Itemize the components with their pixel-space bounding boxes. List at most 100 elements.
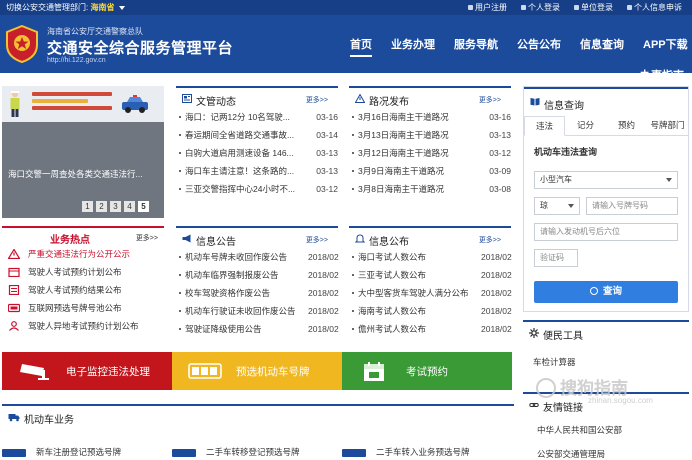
list-item[interactable]: 海南考试人数公布 2018/02 [349, 302, 512, 320]
hot-topics-more-link[interactable]: 更多>> [136, 233, 158, 243]
inspection-calculator-link[interactable]: 车检计算器 [533, 356, 576, 368]
query-button[interactable]: 查询 [534, 281, 678, 303]
road-conditions-panel: 路况发布 更多>> 3月16日海南主干道路况 03-16 3月13日海南主干道路况… [349, 86, 511, 198]
driver-icon [9, 321, 19, 331]
carousel-dot-2[interactable]: 2 [96, 201, 107, 212]
engine-number-input[interactable]: 请输入发动机号后六位 [534, 223, 678, 241]
road-conditions-more-link[interactable]: 更多>> [479, 95, 501, 105]
nav-announcements[interactable]: 公告公布 [517, 36, 561, 52]
list-item[interactable]: 白驹大道启用测速设备 146... 03-13 [176, 144, 338, 162]
road-conditions-list: 3月16日海南主干道路况 03-16 3月13日海南主干道路况 03-13 3月12… [349, 108, 511, 198]
service-tools-header: 便民工具 [523, 320, 689, 342]
nav-info-query[interactable]: 信息查询 [580, 36, 624, 52]
preselect-plate-button[interactable]: 预选机动车号牌 [172, 352, 342, 390]
vehicle-business-header: 机动车业务 [2, 404, 514, 426]
list-item[interactable]: 海口：记两12分 10名驾驶... 03-16 [176, 108, 338, 126]
list-item[interactable]: 3月8日海南主干道路况 03-08 [349, 180, 511, 198]
carousel-dot-5[interactable]: 5 [138, 201, 149, 212]
list-item[interactable]: 机动车行驶证未收回作废公告 2018/02 [176, 302, 339, 320]
site-header: 海南省公安厅交通警察总队 交通安全综合服务管理平台 http://hi.122.… [0, 15, 692, 82]
hot-topic-item[interactable]: 驾驶人考试预约结果公布 [2, 281, 164, 299]
register-link[interactable]: 用户注册 [468, 2, 507, 13]
notice-more-link[interactable]: 更多>> [306, 235, 328, 245]
police-car-icon [122, 95, 148, 113]
main-nav: 首页 业务办理 服务导航 公告公布 信息查询 APP下载 [350, 36, 692, 57]
hot-topic-item[interactable]: 驾驶人异地考试预约计划公布 [2, 317, 164, 335]
department-label: 切换公安交通管理部门: [6, 3, 89, 12]
license-plate-icon [8, 303, 20, 313]
list-item[interactable]: 三亚交警指挥中心24小时不... 03-12 [176, 180, 338, 198]
truck-icon [8, 414, 20, 422]
chevron-down-icon[interactable] [118, 5, 125, 10]
list-item[interactable]: 驾驶证降级使用公告 2018/02 [176, 320, 339, 338]
notice-title: 信息公告 [196, 237, 236, 248]
nav-service-guide[interactable]: 服务导航 [454, 36, 498, 52]
news-more-link[interactable]: 更多>> [306, 95, 328, 105]
department-switcher[interactable]: 切换公安交通管理部门: 海南省 [6, 2, 125, 13]
department-value[interactable]: 海南省 [90, 3, 114, 12]
vehicle-business-panel: 机动车业务 新车注册登记预选号牌 二手车转移登记预选号牌 二手车转入业务预选号牌 [2, 404, 514, 457]
list-item[interactable]: 3月16日海南主干道路况 03-16 [349, 108, 511, 126]
publish-more-link[interactable]: 更多>> [479, 235, 501, 245]
tab-violation[interactable]: 违法 [524, 116, 565, 136]
news-panel: 文管动态 更多>> 海口：记两12分 10名驾驶... 03-16 春运期间全省道… [176, 86, 338, 198]
tab-plate-department[interactable]: 号牌部门 [647, 116, 688, 135]
gear-icon [529, 328, 539, 338]
carousel-dot-3[interactable]: 3 [110, 201, 121, 212]
mps-link[interactable]: 中华人民共和国公安部 [537, 424, 622, 436]
user-add-icon [468, 5, 473, 11]
service-tools-panel: 便民工具 车检计算器 [523, 320, 689, 367]
province-select[interactable]: 琼 [534, 197, 580, 215]
list-item[interactable]: 3月13日海南主干道路况 03-13 [349, 126, 511, 144]
nav-app-download[interactable]: APP下载 [643, 36, 688, 52]
tab-points[interactable]: 记分 [565, 116, 606, 135]
list-item[interactable]: 海口考试人数公布 2018/02 [349, 248, 512, 266]
building-icon [574, 5, 579, 11]
plate-icon [172, 448, 196, 457]
list-item[interactable]: 校车驾驶资格作废公告 2018/02 [176, 284, 339, 302]
captcha-input[interactable]: 验证码 [534, 249, 578, 267]
list-item[interactable]: 3月9日海南主干道路况 03-09 [349, 162, 511, 180]
publish-header: 信息公布 更多>> [349, 226, 511, 248]
road-conditions-header: 路况发布 更多>> [349, 86, 511, 108]
plate-number-input[interactable]: 请输入号牌号码 [586, 197, 678, 215]
carousel-dot-4[interactable]: 4 [124, 201, 135, 212]
banner-caption[interactable]: 海口交警一周查处各类交通违法行... [8, 168, 158, 180]
personal-login-link[interactable]: 个人登录 [521, 2, 560, 13]
traffic-bureau-link[interactable]: 公安部交通管理局 [537, 448, 605, 460]
megaphone-icon [182, 234, 191, 243]
query-tabs: 违法 记分 预约 号牌部门 [524, 116, 688, 136]
exam-appointment-button[interactable]: 考试预约 [342, 352, 512, 390]
list-item[interactable]: 海口车主请注意！这条路的... 03-13 [176, 162, 338, 180]
vehicle-type-select[interactable]: 小型汽车 [534, 171, 678, 189]
police-emblem-icon[interactable] [4, 25, 40, 63]
news-carousel[interactable]: 海口交警一周查处各类交通违法行... 1 2 3 4 5 [2, 86, 164, 218]
notice-list: 机动车号牌未收回作废公告 2018/02 机动车临界强制报废公告 2018/02 校… [176, 248, 339, 338]
list-item[interactable]: 儋州考试人数公布 2018/02 [349, 320, 512, 338]
list-item[interactable]: 春运期间全省道路交通事故... 03-14 [176, 126, 338, 144]
used-car-import-plate-link[interactable]: 二手车转入业务预选号牌 [342, 446, 470, 458]
nav-business[interactable]: 业务办理 [391, 36, 435, 52]
hot-topic-item[interactable]: 互联网预选号牌号池公布 [2, 299, 164, 317]
hot-topic-item[interactable]: 严重交通违法行为公开公示 [2, 245, 164, 263]
hot-topics-panel: 业务热点 更多>> 严重交通违法行为公开公示 驾驶人考试预约计划公布 驾驶人考试… [2, 226, 164, 344]
tab-appointment[interactable]: 预约 [606, 116, 647, 135]
new-car-plate-link[interactable]: 新车注册登记预选号牌 [2, 446, 121, 458]
publish-list: 海口考试人数公布 2018/02 三亚考试人数公布 2018/02 大中型客货车驾驶… [349, 248, 512, 338]
list-item[interactable]: 机动车临界强制报废公告 2018/02 [176, 266, 339, 284]
book-icon [530, 98, 540, 106]
list-item[interactable]: 3月12日海南主干道路况 03-12 [349, 144, 511, 162]
list-item[interactable]: 三亚考试人数公布 2018/02 [349, 266, 512, 284]
unit-login-link[interactable]: 单位登录 [574, 2, 613, 13]
nav-guide[interactable]: 办事指南 [640, 67, 684, 83]
used-car-transfer-plate-link[interactable]: 二手车转移登记预选号牌 [172, 446, 300, 458]
appeal-link[interactable]: 个人信息申诉 [627, 2, 682, 13]
list-item[interactable]: 大中型客货车驾驶人满分公布 2018/02 [349, 284, 512, 302]
site-title[interactable]: 交通安全综合服务管理平台 [47, 37, 233, 58]
carousel-dot-1[interactable]: 1 [82, 201, 93, 212]
nav-home[interactable]: 首页 [350, 36, 372, 57]
notice-header: 信息公告 更多>> [176, 226, 338, 248]
electronic-violation-button[interactable]: 电子监控违法处理 [2, 352, 172, 390]
hot-topic-item[interactable]: 驾驶人考试预约计划公布 [2, 263, 164, 281]
list-item[interactable]: 机动车号牌未收回作废公告 2018/02 [176, 248, 339, 266]
